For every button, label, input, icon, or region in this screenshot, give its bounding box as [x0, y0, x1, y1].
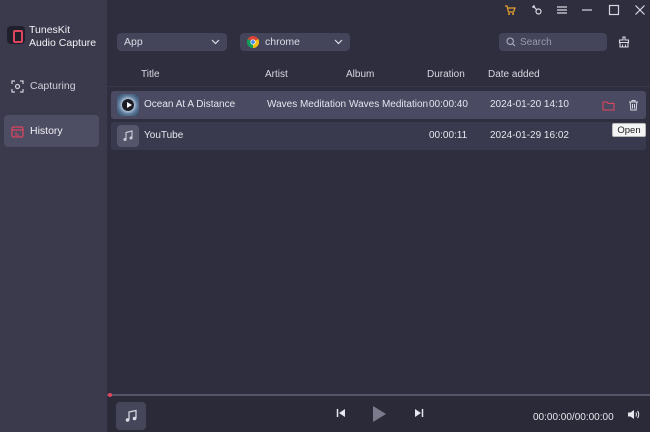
app-brand: TunesKit Audio Capture: [7, 24, 96, 50]
app-name-line1: TunesKit: [29, 24, 71, 36]
volume-icon[interactable]: [627, 409, 640, 420]
track-thumbnail[interactable]: [117, 94, 139, 116]
track-title: Ocean At A Distance: [144, 99, 236, 110]
now-playing-button[interactable]: [116, 402, 146, 430]
sidebar-item-label: History: [30, 125, 63, 137]
search-input[interactable]: Search: [499, 33, 607, 51]
track-duration: 00:00:40: [429, 99, 468, 110]
column-header-date-added[interactable]: Date added: [488, 69, 540, 81]
open-tooltip: Open: [612, 123, 646, 137]
progress-bar[interactable]: [107, 393, 650, 397]
cart-icon[interactable]: [502, 2, 518, 18]
table-row[interactable]: YouTube 00:00:11 2024-01-29 16:02: [111, 122, 646, 150]
source-dropdown[interactable]: chrome: [240, 33, 350, 51]
track-artist: Waves Meditation: [267, 99, 347, 110]
progress-handle[interactable]: [108, 393, 112, 397]
track-title: YouTube: [144, 130, 184, 141]
maximize-icon[interactable]: [606, 2, 622, 18]
search-placeholder: Search: [520, 36, 552, 48]
key-icon[interactable]: [529, 2, 545, 18]
play-icon: [127, 102, 132, 108]
track-date-added: 2024-01-20 14:10: [490, 99, 569, 110]
minimize-icon[interactable]: [579, 2, 595, 18]
music-note-icon: [124, 409, 138, 423]
next-icon[interactable]: [414, 408, 424, 418]
app-name-line2: Audio Capture: [29, 37, 97, 49]
capture-icon: [10, 79, 24, 93]
app-filter-value: App: [124, 36, 143, 48]
clear-all-icon[interactable]: [616, 34, 632, 50]
player-bar: 00:00:00/00:00:00: [107, 393, 650, 432]
sidebar: TunesKit Audio Capture Capturing History: [0, 0, 107, 432]
chrome-icon: [246, 36, 260, 48]
track-date-added: 2024-01-29 16:02: [490, 130, 569, 141]
search-icon: [506, 37, 516, 47]
playback-time: 00:00:00/00:00:00: [533, 412, 614, 423]
history-icon: [10, 124, 24, 138]
header-divider: [107, 86, 650, 87]
track-album: Waves Meditation: [349, 99, 429, 110]
chevron-down-icon: [334, 37, 343, 49]
sidebar-item-label: Capturing: [30, 80, 76, 92]
app-filter-dropdown[interactable]: App: [117, 33, 227, 51]
sidebar-item-history[interactable]: History: [4, 115, 99, 147]
play-icon[interactable]: [371, 405, 387, 423]
main-panel: App chrome Search Title Artist Album Dur…: [107, 0, 650, 432]
menu-icon[interactable]: [554, 2, 570, 18]
track-duration: 00:00:11: [429, 130, 468, 141]
sidebar-item-capturing[interactable]: Capturing: [4, 70, 99, 102]
previous-icon[interactable]: [336, 408, 346, 418]
table-row[interactable]: Ocean At A Distance Waves Meditation Wav…: [111, 91, 646, 119]
delete-icon[interactable]: [626, 98, 640, 112]
column-header-title[interactable]: Title: [141, 69, 160, 81]
column-header-duration[interactable]: Duration: [427, 69, 465, 81]
app-logo-icon: [7, 26, 25, 44]
column-header-artist[interactable]: Artist: [265, 69, 288, 81]
music-note-icon[interactable]: [117, 125, 139, 147]
close-icon[interactable]: [632, 2, 648, 18]
open-folder-icon[interactable]: [601, 98, 615, 112]
column-header-album[interactable]: Album: [346, 69, 374, 81]
chevron-down-icon: [211, 37, 220, 49]
source-value: chrome: [265, 36, 301, 48]
